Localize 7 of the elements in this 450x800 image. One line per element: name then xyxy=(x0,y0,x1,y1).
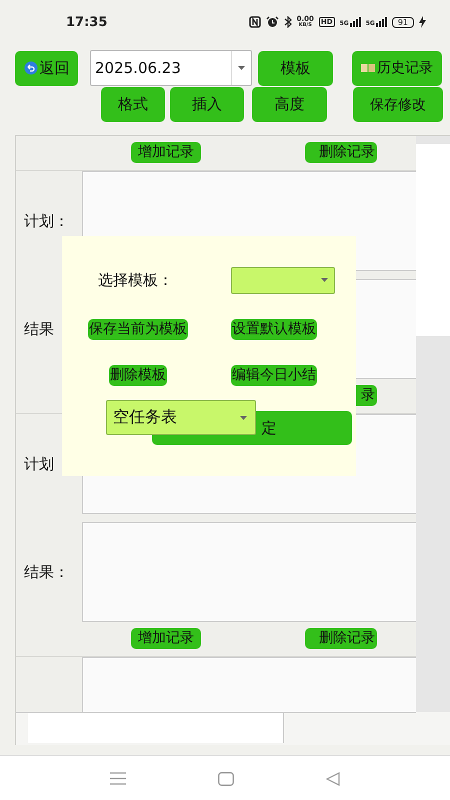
field-label: 计划： xyxy=(24,212,69,230)
select-label: 选择模板： xyxy=(98,270,174,290)
field-label: 结果： xyxy=(24,562,69,582)
field-label: 计划 xyxy=(24,454,54,474)
field-label: 结果 xyxy=(24,320,54,338)
battery-level: 91 xyxy=(392,16,414,28)
status-time: 17:35 xyxy=(66,14,108,30)
